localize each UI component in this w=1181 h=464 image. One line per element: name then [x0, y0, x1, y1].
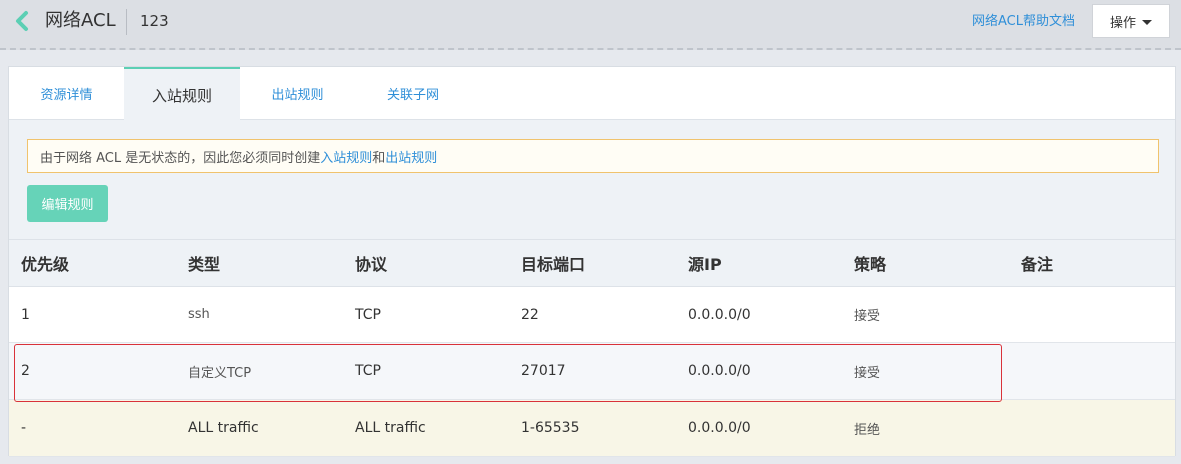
- tab-resource-details[interactable]: 资源详情: [9, 67, 124, 120]
- header-priority: 优先级: [21, 255, 70, 274]
- back-arrow-icon[interactable]: [12, 10, 32, 32]
- notice-and: 和: [372, 150, 386, 166]
- title-divider: [126, 9, 127, 35]
- cell-protocol: TCP: [355, 363, 381, 379]
- header-type: 类型: [188, 255, 221, 274]
- notice-text: 由于网络 ACL 是无状态的，因此您必须同时创建: [40, 150, 321, 166]
- header-port: 目标端口: [521, 255, 586, 274]
- cell-policy: 拒绝: [854, 422, 881, 438]
- header-note: 备注: [1021, 255, 1054, 274]
- cell-policy: 接受: [854, 365, 881, 381]
- page-header: 网络ACL 123 网络ACL帮助文档 操作: [0, 0, 1181, 50]
- acl-detail-panel: 资源详情 入站规则 出站规则 关联子网 由于网络 ACL 是无状态的，因此您必须…: [8, 66, 1176, 457]
- cell-port: 22: [521, 306, 539, 323]
- header-source-ip: 源IP: [688, 255, 722, 274]
- table-row: 1 ssh TCP 22 0.0.0.0/0 接受: [9, 287, 1175, 343]
- help-doc-link[interactable]: 网络ACL帮助文档: [972, 13, 1075, 31]
- cell-policy: 接受: [854, 309, 881, 324]
- notice-inbound-link[interactable]: 入站规则: [320, 147, 372, 166]
- stateless-notice: 由于网络 ACL 是无状态的，因此您必须同时创建 入站规则和出站规则: [27, 139, 1159, 173]
- operations-dropdown-button[interactable]: 操作: [1092, 4, 1170, 38]
- cell-source-ip: 0.0.0.0/0: [688, 306, 751, 323]
- cell-type: 自定义TCP: [188, 365, 252, 381]
- cell-protocol: ALL traffic: [355, 420, 426, 436]
- notice-outbound-link[interactable]: 出站规则: [385, 147, 437, 166]
- cell-port: 27017: [521, 363, 566, 379]
- operations-label: 操作: [1109, 15, 1136, 31]
- cell-priority: 2: [21, 363, 30, 379]
- header-policy: 策略: [854, 255, 887, 274]
- cell-priority: 1: [21, 306, 30, 323]
- edit-rules-button[interactable]: 编辑规则: [27, 185, 108, 222]
- cell-protocol: TCP: [355, 306, 381, 323]
- table-row: - ALL traffic ALL traffic 1-65535 0.0.0.…: [9, 400, 1175, 457]
- table-header: 优先级 类型 协议 目标端口 源IP 策略 备注: [9, 239, 1175, 287]
- acl-name: 123: [140, 12, 169, 30]
- tab-outbound-rules[interactable]: 出站规则: [240, 67, 355, 120]
- cell-type: ssh: [188, 307, 210, 322]
- cell-port: 1-65535: [521, 420, 580, 436]
- cell-source-ip: 0.0.0.0/0: [688, 363, 751, 379]
- tab-associated-subnets[interactable]: 关联子网: [355, 67, 471, 120]
- cell-source-ip: 0.0.0.0/0: [688, 420, 751, 436]
- cell-type: ALL traffic: [188, 420, 259, 436]
- tab-bar: 资源详情 入站规则 出站规则 关联子网: [9, 67, 1175, 121]
- page-title: 网络ACL: [45, 10, 116, 31]
- cell-priority: -: [21, 420, 27, 436]
- table-row: 2 自定义TCP TCP 27017 0.0.0.0/0 接受: [9, 343, 1175, 400]
- inbound-rules-table: 优先级 类型 协议 目标端口 源IP 策略 备注 1 ssh TCP 22 0.…: [9, 239, 1175, 457]
- tab-inbound-rules[interactable]: 入站规则: [124, 67, 240, 121]
- chevron-down-icon: [1142, 19, 1152, 25]
- header-protocol: 协议: [355, 255, 388, 274]
